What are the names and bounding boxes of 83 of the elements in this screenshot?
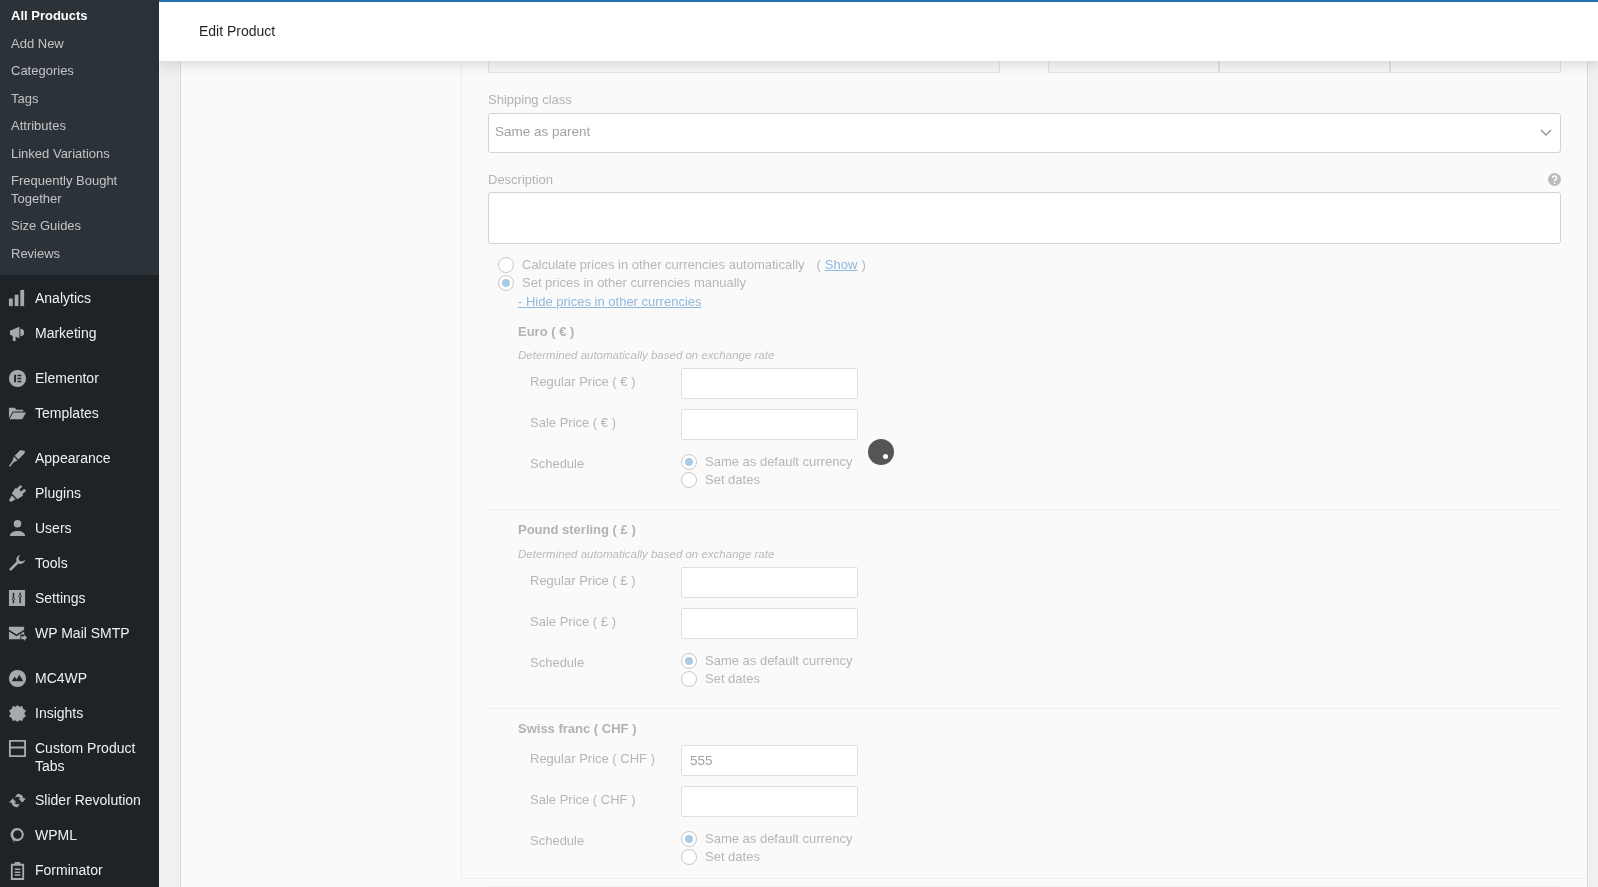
tabs-layout-icon — [8, 739, 27, 758]
field-label: Sale Price ( € ) — [530, 414, 617, 433]
radio-label: Same as default currency — [705, 453, 853, 472]
mail-arrow-icon — [8, 624, 27, 643]
badge-icon — [8, 704, 27, 723]
menu-item[interactable]: WP Mail SMTP — [0, 616, 159, 651]
radio-button[interactable] — [681, 671, 697, 687]
plug-icon — [8, 484, 27, 503]
field-label: Sale Price ( £ ) — [530, 613, 617, 631]
currency-heading: Pound sterling ( £ ) — [518, 521, 637, 540]
radio-button[interactable] — [498, 275, 514, 291]
radio-label: Same as default currency — [705, 829, 853, 848]
price-input[interactable] — [681, 785, 858, 817]
submenu-item[interactable]: All Products — [0, 2, 159, 30]
radio-label: Same as default currency — [705, 652, 853, 670]
help-icon[interactable] — [1548, 173, 1561, 186]
parenthesis-text: ) — [861, 256, 866, 274]
refresh-icon — [8, 791, 27, 810]
wrench-icon — [8, 554, 27, 573]
megaphone-icon — [8, 324, 27, 343]
menu-item[interactable]: Templates — [0, 396, 159, 431]
submenu-item[interactable]: Linked Variations — [0, 139, 159, 167]
radio-label: Set dates — [705, 670, 760, 688]
radio-button[interactable] — [681, 454, 697, 471]
submenu-item[interactable]: Size Guides — [0, 212, 159, 240]
e-logo-icon — [8, 369, 27, 388]
field-label: Regular Price ( € ) — [530, 373, 637, 392]
radio-button[interactable] — [681, 653, 697, 669]
field-label: Sale Price ( CHF ) — [530, 790, 637, 809]
menu-item[interactable]: Tools — [0, 546, 159, 581]
radio-label: Set dates — [705, 471, 760, 490]
currency-heading: Euro ( € ) — [518, 322, 576, 341]
menu-item[interactable]: Analytics — [0, 281, 159, 316]
radio-button[interactable] — [681, 472, 697, 489]
radio-label: Set dates — [705, 847, 760, 866]
menu-item[interactable]: Elementor — [0, 361, 159, 396]
paintbrush-icon — [8, 449, 27, 468]
parenthesis-text: ( — [816, 256, 821, 274]
field-label: Schedule — [530, 654, 586, 672]
price-input[interactable] — [681, 368, 858, 400]
submenu-item[interactable]: Frequently Bought Together — [0, 167, 159, 212]
menu-item[interactable]: Users — [0, 511, 159, 546]
field-label: Description — [488, 170, 554, 189]
radio-label: Calculate prices in other currencies automatically — [522, 256, 805, 274]
menu-item[interactable]: Slider Revolution — [0, 783, 159, 818]
sliders-icon — [8, 589, 27, 608]
menu-item[interactable]: Appearance — [0, 441, 159, 476]
price-input[interactable] — [681, 409, 858, 441]
menu-item[interactable]: Custom Product Tabs — [0, 731, 159, 783]
currency-note: Determined automatically based on exchange rate — [518, 546, 776, 562]
menu-item[interactable]: Plugins — [0, 476, 159, 511]
field-label: Schedule — [530, 831, 586, 850]
submenu-item[interactable]: Categories — [0, 57, 159, 85]
field-label: Schedule — [530, 455, 586, 474]
chevron-down-icon — [1540, 128, 1552, 137]
radio-button[interactable] — [681, 830, 697, 847]
radio-label: Set prices in other currencies manually — [522, 274, 746, 292]
price-input[interactable] — [681, 608, 858, 639]
menu-item[interactable]: Forminator — [0, 853, 159, 887]
field-label: Shipping class — [488, 91, 573, 109]
price-input[interactable] — [681, 567, 858, 598]
submenu-item[interactable]: Add New — [0, 29, 159, 57]
menu-item[interactable]: Settings — [0, 581, 159, 616]
submenu-item[interactable]: Attributes — [0, 112, 159, 140]
mountain-logo-icon — [8, 669, 27, 688]
currency-note: Determined automatically based on exchange rate — [518, 348, 776, 363]
menu-item[interactable]: WPML — [0, 818, 159, 853]
menu-item[interactable]: MC4WP — [0, 661, 159, 696]
description-textarea[interactable] — [488, 192, 1561, 244]
field-label: Regular Price ( CHF ) — [530, 749, 656, 768]
menu-item[interactable]: Insights — [0, 696, 159, 731]
page-title: Edit Product — [199, 22, 276, 41]
clipboard-icon — [8, 861, 27, 880]
menu-item[interactable]: Marketing — [0, 316, 159, 351]
submenu-item[interactable]: Tags — [0, 84, 159, 112]
bar-chart-icon — [8, 289, 27, 308]
currency-heading: Swiss franc ( CHF ) — [518, 720, 638, 738]
user-icon — [8, 519, 27, 538]
field-label: Regular Price ( £ ) — [530, 572, 637, 590]
submenu-item[interactable]: Reviews — [0, 239, 159, 267]
speech-bubble-icon — [8, 826, 27, 845]
radio-button[interactable] — [681, 848, 697, 865]
radio-button[interactable] — [498, 257, 514, 273]
